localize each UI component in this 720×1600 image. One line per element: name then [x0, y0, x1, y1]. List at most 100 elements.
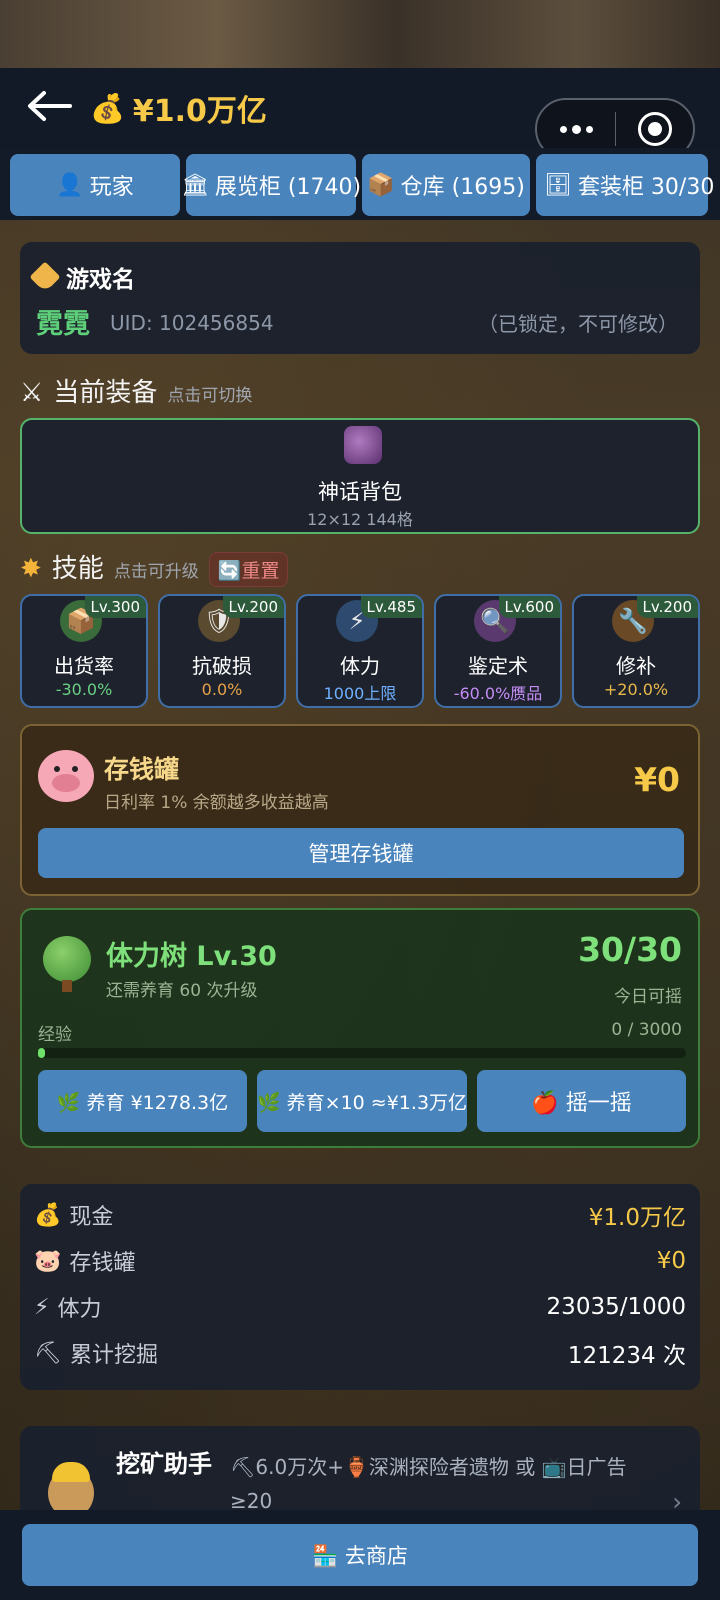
back-arrow-icon[interactable] [24, 86, 74, 126]
skill-value: -60.0%赝品 [453, 684, 543, 703]
skill-anti-damage[interactable]: 🛡 Lv.200 抗破损 0.0% [158, 594, 286, 708]
player-icon: 👤 [56, 172, 84, 198]
stat-label: 体力 [57, 1297, 102, 1322]
skill-name: 体力 [340, 654, 380, 678]
skill-value: 1000上限 [323, 684, 397, 703]
stat-value: ¥1.0万亿 [588, 1205, 686, 1231]
nurture-button[interactable]: 🌿 养育 ¥1278.3亿 [38, 1070, 247, 1132]
crossed-swords-icon: ⚔ [20, 378, 44, 408]
skill-name: 抗破损 [192, 654, 252, 678]
stat-value: ¥0 [656, 1248, 686, 1274]
tab-showcase[interactable]: 🏛 展览柜 (1740) [181, 154, 361, 216]
nickname: 霓霓 [36, 309, 90, 340]
tree-icon [40, 936, 94, 992]
pig-icon [38, 750, 94, 802]
header: 💰 ¥1.0万亿 [0, 68, 720, 160]
piggy-bank-card: 存钱罐 日利率 1% 余额越多收益越高 ¥0 管理存钱罐 [20, 724, 700, 896]
tab-label: 玩家 [89, 175, 134, 200]
exp-progress-fill [38, 1048, 45, 1058]
skills-title: 技能 [51, 554, 104, 584]
exp-value: 0 / 3000 [611, 1020, 682, 1040]
stat-label: 存钱罐 [69, 1251, 136, 1276]
stat-row-piggy: 🐷 存钱罐 ¥0 [34, 1238, 686, 1284]
stat-value: 23035/1000 [546, 1294, 686, 1320]
stat-row-digs: ⛏ 累计挖掘 121234 次 [34, 1330, 686, 1376]
tag-icon [29, 261, 61, 293]
skill-drop-rate[interactable]: 📦 Lv.300 出货率 -30.0% [20, 594, 148, 708]
equipment-title: 当前装备 [53, 378, 158, 408]
equipment-card[interactable]: 神话背包 12×12 144格 [20, 418, 700, 534]
skill-repair[interactable]: 🔧 Lv.200 修补 +20.0% [572, 594, 700, 708]
pig-icon: 🐷 [34, 1248, 62, 1274]
skill-appraisal[interactable]: 🔍 Lv.600 鉴定术 -60.0%赝品 [434, 594, 562, 708]
tab-label: 展览柜 (1740) [214, 175, 362, 200]
close-miniprogram-icon[interactable] [616, 112, 693, 146]
lock-note: （已锁定，不可修改） [478, 312, 678, 336]
top-tabs: 👤 玩家 🏛 展览柜 (1740) 📦 仓库 (1695) 🗄 套装柜 30/3… [0, 148, 720, 220]
tab-label: 套装柜 30/30 [577, 175, 715, 200]
pickaxe-icon: ⛏ [34, 1340, 62, 1366]
skill-stamina[interactable]: ⚡ Lv.485 体力 1000上限 [296, 594, 424, 708]
shake-count: 30/30 [578, 930, 682, 969]
stat-label: 累计挖掘 [69, 1343, 158, 1368]
money-bag-icon: 💰 [90, 91, 125, 125]
stat-row-stamina: ⚡ 体力 23035/1000 [34, 1284, 686, 1330]
helper-desc: ⛏6.0万次+🏺深渊探险者遗物 或 📺日广告≥20 [230, 1455, 627, 1513]
stat-label: 现金 [69, 1205, 114, 1230]
stamina-tree-card: 体力树 Lv.30 还需养育 60 次升级 30/30 今日可摇 经验 0 / … [20, 908, 700, 1148]
skill-name: 鉴定术 [468, 654, 528, 678]
exp-label: 经验 [38, 1025, 72, 1045]
skill-level: Lv.200 [222, 596, 284, 618]
profile-card: 游戏名 霓霓 UID: 102456854 （已锁定，不可修改） [20, 242, 700, 354]
skill-name: 修补 [616, 654, 656, 678]
go-to-shop-button[interactable]: 🏪 去商店 [22, 1524, 698, 1586]
stats-card: 💰 现金 ¥1.0万亿 🐷 存钱罐 ¥0 ⚡ 体力 23035/1000 ⛏ 累计挖掘 … [20, 1184, 700, 1390]
uid: UID: 102456854 [110, 311, 274, 335]
backpack-icon [344, 426, 382, 464]
helper-title: 挖矿助手 [116, 1450, 212, 1478]
more-options-icon[interactable] [537, 124, 615, 134]
piggy-subtitle: 日利率 1% 余额越多收益越高 [104, 793, 329, 813]
equipment-desc: 12×12 144格 [307, 510, 413, 529]
equipment-hint: 点击可切换 [167, 386, 253, 406]
equipment-name: 神话背包 [318, 480, 402, 504]
money-amount: ¥1.0万亿 [132, 94, 267, 129]
profile-header: 游戏名 [29, 260, 135, 294]
profile-section-title: 游戏名 [66, 267, 135, 293]
money-bag-icon: 💰 [34, 1202, 62, 1228]
tab-player[interactable]: 👤 玩家 [10, 154, 180, 216]
lightning-icon: ⚡ [34, 1294, 50, 1320]
skills-hint: 点击可升级 [113, 562, 199, 582]
reset-skills-button[interactable]: 🔄重置 [208, 552, 289, 587]
cabinet-icon: 🗄 [544, 172, 572, 198]
sparkle-icon: ✸ [20, 554, 42, 584]
skill-level: Lv.485 [360, 596, 422, 618]
bottom-bar: 🏪 去商店 [0, 1510, 720, 1600]
tab-warehouse[interactable]: 📦 仓库 (1695) [362, 154, 530, 216]
tree-subtitle: 还需养育 60 次升级 [106, 981, 258, 1001]
stat-value: 121234 次 [567, 1343, 686, 1369]
skill-level: Lv.200 [636, 596, 698, 618]
exp-progress-bar [38, 1048, 686, 1058]
skill-value: +20.0% [603, 680, 669, 699]
museum-icon: 🏛 [180, 172, 209, 198]
manage-piggy-button[interactable]: 管理存钱罐 [38, 828, 684, 878]
skill-name: 出货率 [54, 654, 114, 678]
tree-actions: 🌿 养育 ¥1278.3亿 🌿 养育×10 ≈¥1.3万亿 🍎 摇一摇 [38, 1070, 686, 1132]
skill-value: 0.0% [201, 680, 243, 699]
stat-row-cash: 💰 现金 ¥1.0万亿 [34, 1192, 686, 1238]
skills-row: 📦 Lv.300 出货率 -30.0% 🛡 Lv.200 抗破损 0.0% ⚡ … [20, 594, 700, 710]
skill-level: Lv.300 [84, 596, 146, 618]
shake-today-label: 今日可摇 [614, 987, 682, 1007]
piggy-amount: ¥0 [634, 760, 680, 799]
tree-title: 体力树 Lv.30 [106, 941, 277, 972]
money-display: 💰 ¥1.0万亿 [90, 86, 267, 130]
piggy-title: 存钱罐 [104, 755, 180, 784]
top-banner-image [0, 0, 720, 68]
box-icon: 📦 [367, 172, 395, 198]
nurture-ten-button[interactable]: 🌿 养育×10 ≈¥1.3万亿 [256, 1070, 468, 1132]
shake-button[interactable]: 🍎 摇一摇 [477, 1070, 686, 1132]
tab-suit-cabinet[interactable]: 🗄 套装柜 30/30 [536, 154, 714, 216]
skill-level: Lv.600 [498, 596, 560, 618]
skill-value: -30.0% [55, 680, 113, 699]
